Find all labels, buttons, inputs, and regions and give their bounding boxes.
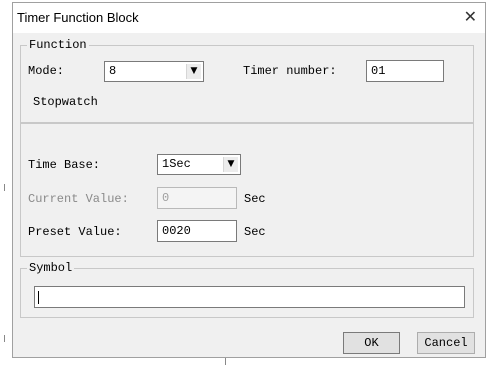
mode-label: Mode: — [28, 64, 65, 78]
timer-number-field[interactable]: 01 — [366, 60, 444, 82]
mode-select[interactable]: 8 ▼ — [104, 61, 204, 82]
preset-value: 0020 — [162, 224, 191, 238]
mode-value: 8 — [109, 64, 117, 78]
edge-mark — [4, 184, 5, 191]
edge-mark — [4, 335, 5, 342]
function-legend: Function — [27, 38, 89, 52]
cancel-button[interactable]: Cancel — [417, 332, 475, 354]
close-icon[interactable]: ✕ — [464, 7, 477, 26]
chevron-down-icon[interactable]: ▼ — [186, 64, 201, 79]
preset-unit: Sec — [244, 225, 266, 239]
current-value-field: 0 — [157, 187, 237, 209]
symbol-input[interactable] — [34, 286, 465, 308]
time-base-select[interactable]: 1Sec ▼ — [157, 154, 241, 175]
symbol-legend: Symbol — [27, 261, 75, 275]
chevron-down-icon[interactable]: ▼ — [223, 157, 238, 172]
time-base-label: Time Base: — [28, 158, 101, 172]
mode-description: Stopwatch — [33, 95, 98, 109]
current-unit: Sec — [244, 192, 266, 206]
title-bar: Timer Function Block ✕ — [13, 3, 485, 33]
ok-button[interactable]: OK — [343, 332, 400, 354]
timer-number-label: Timer number: — [243, 64, 337, 78]
timing-group: Time Base: 1Sec ▼ Current Value: 0 Sec P… — [20, 123, 474, 257]
function-group: Function Mode: 8 ▼ Timer number: 01 Stop… — [20, 38, 474, 123]
text-caret — [38, 291, 39, 304]
timer-number-value: 01 — [371, 64, 386, 78]
current-value-label: Current Value: — [28, 192, 129, 206]
edge-mark — [225, 358, 226, 365]
dialog-title: Timer Function Block — [17, 10, 139, 25]
preset-value-label: Preset Value: — [28, 225, 122, 239]
current-value: 0 — [162, 191, 170, 205]
timer-function-block-dialog: Timer Function Block ✕ Function Mode: 8 … — [12, 2, 486, 358]
symbol-group: Symbol — [20, 261, 474, 318]
time-base-value: 1Sec — [162, 157, 191, 171]
preset-value-field[interactable]: 0020 — [157, 220, 237, 242]
